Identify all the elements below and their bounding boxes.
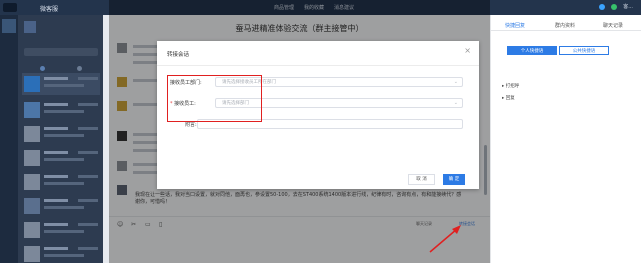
- annotation-arrow: [429, 225, 461, 253]
